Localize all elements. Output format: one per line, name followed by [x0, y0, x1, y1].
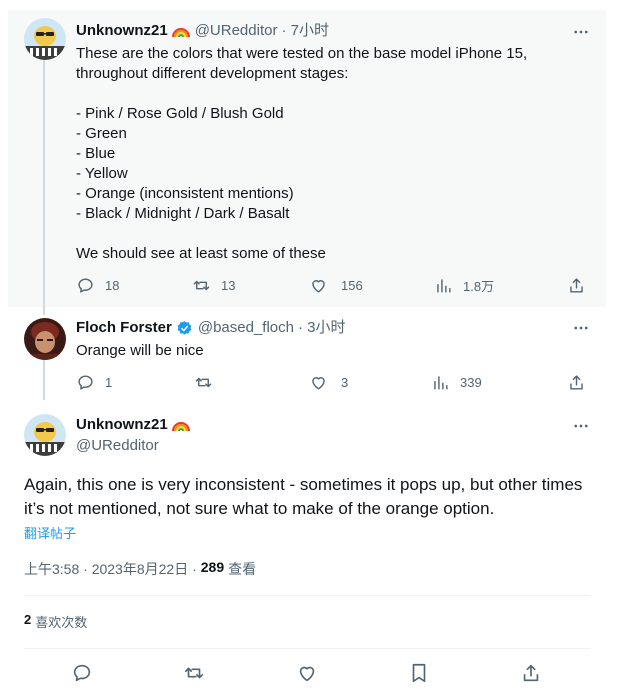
tweet-time[interactable]: · 3小时 [298, 318, 346, 338]
views-button[interactable]: 1.8万 [434, 276, 494, 295]
tweet-text-line: - Black / Midnight / Dark / Basalt [76, 205, 290, 222]
views-chart-icon [437, 279, 451, 293]
tweet-text-line: - Green [76, 125, 127, 142]
tweet-text-line: - Blue [76, 145, 116, 162]
divider [24, 648, 590, 649]
views-button[interactable]: 339 [431, 373, 482, 392]
tweet-text-line: - Orange (inconsistent mentions) [76, 185, 294, 202]
avatar[interactable] [24, 18, 66, 60]
reply-count: 1 [105, 375, 113, 390]
heart-icon [312, 377, 325, 390]
retweet-icon[interactable] [183, 662, 205, 684]
avatar[interactable] [24, 318, 66, 360]
views-count: 339 [460, 375, 482, 390]
author-name[interactable]: Floch Forster [76, 318, 172, 338]
reply-icon [78, 278, 93, 293]
like-count: 3 [341, 375, 349, 390]
like-button[interactable]: 156 [309, 276, 363, 295]
tweet-header: Floch Forster @based_floch · 3小时 [76, 318, 346, 338]
thread-line [43, 360, 45, 400]
author-name[interactable]: Unknownz21 [76, 21, 168, 41]
share-button[interactable] [567, 276, 586, 295]
views-count: 289 [200, 559, 225, 575]
author-name[interactable]: Unknownz21 [76, 415, 168, 435]
tweet-header: Unknownz21 @URedditor · 7小时 [76, 21, 329, 41]
divider [24, 595, 590, 596]
retweet-icon [193, 280, 210, 291]
translate-post-link[interactable]: 翻译帖子 [24, 523, 76, 542]
author-handle[interactable]: @URedditor [76, 436, 159, 456]
tweet-text: Orange will be nice [76, 342, 204, 359]
like-count: 156 [341, 278, 363, 293]
rainbow-emoji-icon [171, 28, 190, 38]
rainbow-emoji-icon [171, 422, 190, 432]
share-icon [570, 278, 583, 293]
reply-button[interactable]: 1 [76, 373, 112, 392]
tweet-text-line: - Yellow [76, 165, 128, 182]
reply-icon[interactable] [71, 662, 93, 684]
likes-count: 2 [24, 612, 32, 627]
author-handle[interactable]: @URedditor [195, 21, 278, 41]
retweet-icon [195, 377, 212, 388]
thread-line [43, 60, 45, 315]
reply-count: 18 [105, 278, 120, 293]
verified-badge-icon [177, 320, 192, 335]
bookmark-icon[interactable] [408, 662, 430, 684]
reply-button[interactable]: 18 [76, 276, 119, 295]
tweet-meta: 上午3:58 · 2023年8月22日 · 289 查看 [24, 559, 256, 579]
views-chart-icon [434, 376, 448, 390]
tweet-timestamp[interactable]: 上午3:58 · 2023年8月22日 · [24, 559, 197, 579]
tweet-time[interactable]: · 7小时 [281, 21, 329, 41]
heart-icon[interactable] [296, 662, 318, 684]
share-icon [570, 375, 583, 390]
more-options-icon[interactable] [571, 416, 591, 436]
main-tweet-text: Again, this one is very inconsistent - s… [24, 475, 583, 518]
retweet-button[interactable] [194, 373, 223, 392]
more-options-icon[interactable] [571, 22, 591, 42]
tweet-text-line: We should see at least some of these [76, 245, 326, 262]
retweet-button[interactable]: 13 [192, 276, 235, 295]
tweet-text: These are the colors that were tested on… [76, 44, 596, 264]
tweet-text-line: These are the colors that were tested on… [76, 45, 528, 62]
author-handle[interactable]: @based_floch [198, 318, 294, 338]
likes-label: 喜欢次数 [35, 615, 88, 630]
tweet-header: Unknownz21 [76, 415, 190, 435]
heart-icon [312, 280, 325, 293]
handle-row: @URedditor [76, 436, 159, 456]
more-options-icon[interactable] [571, 318, 591, 338]
share-button[interactable] [567, 373, 586, 392]
likes-summary[interactable]: 2 喜欢次数 [24, 612, 87, 631]
like-button[interactable]: 3 [309, 373, 348, 392]
share-icon[interactable] [520, 662, 542, 684]
tweet-text-line: throughout different development stages: [76, 65, 349, 82]
tweet-text-line: - Pink / Rose Gold / Blush Gold [76, 105, 284, 122]
avatar[interactable] [24, 414, 66, 456]
views-count: 1.8万 [463, 279, 495, 294]
retweet-count: 13 [221, 278, 236, 293]
reply-icon [78, 375, 93, 390]
views-label: 查看 [228, 561, 257, 577]
